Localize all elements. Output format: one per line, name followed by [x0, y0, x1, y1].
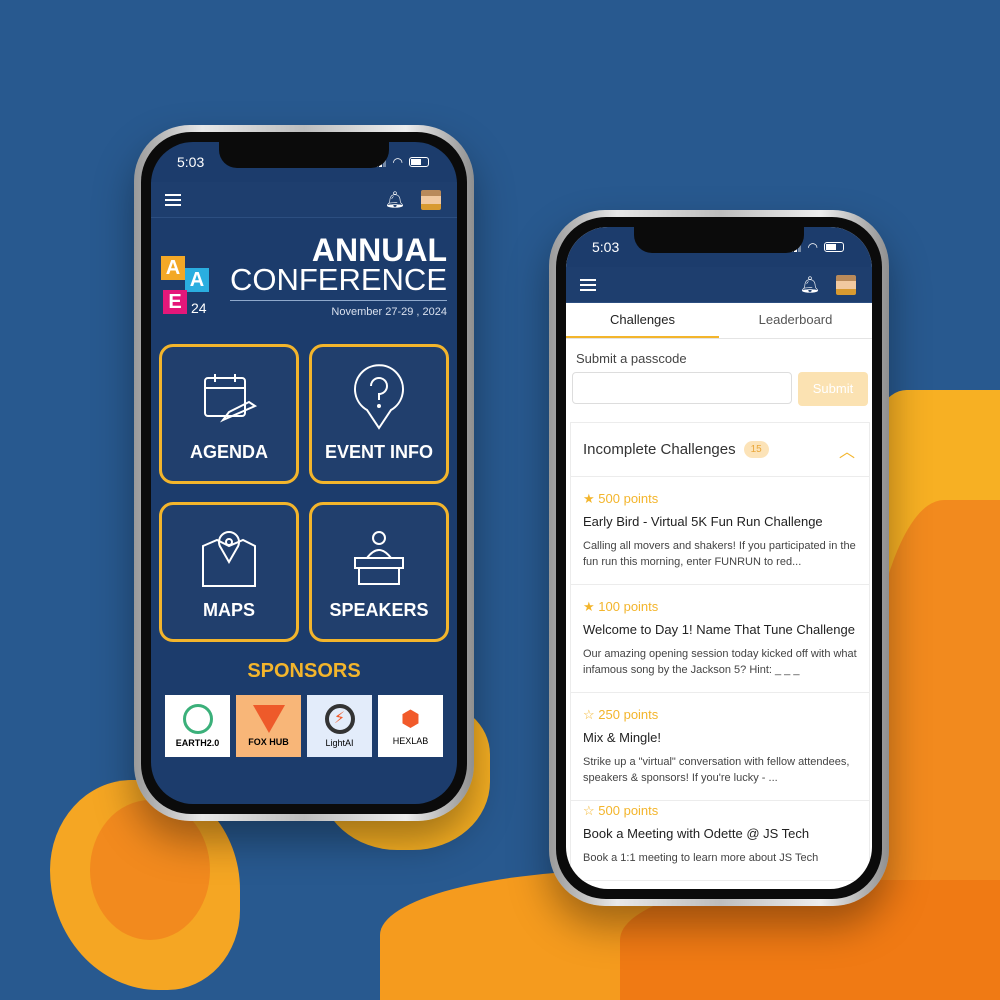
wifi-icon: ◠: [392, 155, 403, 169]
map-pin-icon: [202, 531, 256, 587]
sponsors-title: SPONSORS: [247, 660, 361, 682]
star-outline-icon: ☆: [583, 707, 595, 722]
sponsor-foxhub[interactable]: FOX HUB: [236, 695, 301, 757]
conference-brand: A A E 24 ANNUAL CONFERENCE November 27-2…: [151, 218, 457, 338]
star-outline-icon: ☆: [583, 803, 595, 818]
sponsor-earth[interactable]: EARTH2.0: [165, 695, 230, 757]
flask-logo-icon: ⬢: [400, 706, 421, 731]
battery-icon: [409, 157, 429, 167]
challenge-points: 250 points: [598, 707, 659, 722]
tile-speakers[interactable]: SPEAKERS: [309, 502, 449, 642]
sponsor-hexlab[interactable]: ⬢ HEXLAB: [378, 695, 443, 757]
challenge-points: 100 points: [598, 599, 659, 614]
fox-logo-icon: [252, 705, 285, 733]
star-filled-icon: ★: [583, 599, 595, 614]
lightning-logo-icon: ⚡︎: [324, 704, 355, 734]
challenge-points: 500 points: [598, 803, 659, 818]
avatar[interactable]: [421, 189, 441, 210]
wifi-icon: ◠: [807, 240, 818, 254]
challenge-name: Early Bird - Virtual 5K Fun Run Challeng…: [583, 514, 823, 529]
notch: [219, 142, 389, 168]
left-phone: 5:03 ◠ 🔔︎ A A E 24 ANNUAL CONFERENCE Nov…: [134, 125, 474, 821]
battery-icon: [824, 242, 844, 252]
hamburger-icon[interactable]: [165, 193, 181, 206]
bell-icon[interactable]: 🔔︎: [800, 275, 820, 295]
incomplete-challenges-header[interactable]: Incomplete Challenges 15 ︿: [571, 423, 869, 477]
title-conference: CONFERENCE: [229, 262, 447, 301]
orange-blob: [90, 800, 210, 940]
conference-logo: A A E 24: [161, 256, 211, 318]
top-bar: 🔔︎: [151, 182, 457, 218]
challenge-description: Our amazing opening session today kicked…: [583, 648, 857, 676]
star-filled-icon: ★: [583, 491, 595, 506]
tab-leaderboard[interactable]: Leaderboard: [719, 303, 872, 338]
hamburger-icon[interactable]: [580, 278, 596, 291]
challenge-name: Mix & Mingle!: [583, 730, 662, 745]
chevron-up-icon[interactable]: ︿: [839, 438, 855, 462]
count-badge: 15: [743, 441, 769, 458]
tab-challenges[interactable]: Challenges: [566, 303, 719, 338]
bell-icon[interactable]: 🔔︎: [385, 190, 405, 210]
earth-logo-icon: [182, 704, 213, 734]
speaker-podium-icon: [354, 531, 404, 585]
status-time: 5:03: [177, 154, 205, 170]
challenge-item[interactable]: ★ 100 points Welcome to Day 1! Name That…: [571, 585, 869, 693]
right-phone: 5:03 ◠ 🔔︎ Challenges Leaderboard Submit …: [549, 210, 889, 906]
challenge-description: Strike up a "virtual" conversation with …: [583, 756, 850, 784]
question-pin-icon: [354, 364, 404, 430]
challenge-item[interactable]: ☆ 250 points Mix & Mingle! Strike up a "…: [571, 693, 869, 801]
notch: [634, 227, 804, 253]
passcode-input[interactable]: [572, 372, 792, 404]
challenge-name: Welcome to Day 1! Name That Tune Challen…: [583, 622, 855, 637]
passcode-label: Submit a passcode: [576, 351, 687, 366]
challenge-description: Book a 1:1 meeting to learn more about J…: [583, 852, 819, 864]
tile-event-info[interactable]: EVENT INFO: [309, 344, 449, 484]
challenge-description: Calling all movers and shakers! If you p…: [583, 540, 856, 568]
challenge-name: Book a Meeting with Odette @ JS Tech: [583, 826, 810, 841]
challenge-item[interactable]: ☆ 500 points Book a Meeting with Odette …: [571, 801, 869, 881]
tile-maps[interactable]: MAPS: [159, 502, 299, 642]
challenge-points: 500 points: [598, 491, 659, 506]
conference-date: November 27-29 , 2024: [331, 306, 447, 318]
sponsor-lightai[interactable]: ⚡︎ LightAI: [307, 695, 372, 757]
calendar-plane-icon: [204, 374, 258, 423]
avatar[interactable]: [836, 274, 856, 295]
tile-agenda[interactable]: AGENDA: [159, 344, 299, 484]
submit-button[interactable]: Submit: [798, 372, 868, 406]
top-bar: 🔔︎: [566, 267, 872, 303]
status-time: 5:03: [592, 239, 620, 255]
challenge-item[interactable]: ★ 500 points Early Bird - Virtual 5K Fun…: [571, 477, 869, 585]
